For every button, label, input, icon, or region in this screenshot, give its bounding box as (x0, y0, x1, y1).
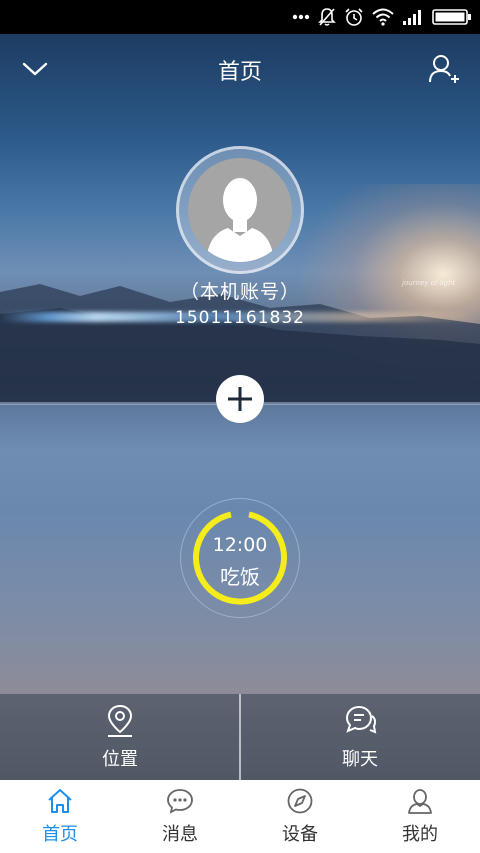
home-icon (48, 789, 72, 813)
status-bar (0, 0, 480, 34)
bottom-tab-bar: 首页 消息 设备 我的 (0, 780, 480, 853)
chat-button[interactable]: 聊天 (240, 694, 480, 780)
chat-bubbles-icon (345, 705, 377, 734)
top-bar: 首页 (0, 34, 480, 102)
phone-number: 15011161832 (175, 308, 305, 328)
tab-devices-label: 设备 (282, 824, 318, 845)
chat-label: 聊天 (342, 749, 378, 770)
account-label: （本机账号） (179, 281, 300, 303)
wifi-icon (372, 8, 394, 26)
tab-devices[interactable]: 设备 (240, 780, 360, 853)
tab-home[interactable]: 首页 (0, 780, 120, 853)
more-dots-icon (292, 14, 310, 20)
quick-actions-bar: 位置 聊天 (0, 694, 480, 780)
location-button[interactable]: 位置 (0, 694, 240, 780)
compass-icon (287, 788, 313, 814)
tab-home-label: 首页 (42, 824, 78, 845)
status-icons (292, 6, 472, 28)
user-icon (408, 789, 432, 814)
location-pin-icon (107, 704, 133, 737)
add-user-icon (429, 55, 459, 83)
tab-me-label: 我的 (402, 824, 438, 845)
plus-icon (228, 387, 252, 411)
notification-muted-icon (318, 8, 336, 26)
tab-me[interactable]: 我的 (360, 780, 480, 853)
default-user-silhouette-icon (206, 178, 274, 262)
message-icon (167, 789, 193, 814)
tab-messages[interactable]: 消息 (120, 780, 240, 853)
reminder-label: 吃饭 (220, 565, 260, 589)
battery-icon (432, 9, 471, 25)
avatar[interactable] (176, 146, 304, 274)
add-user-button[interactable] (426, 52, 462, 86)
location-label: 位置 (102, 749, 138, 770)
reminder-time: 12:00 (212, 534, 268, 556)
tab-messages-label: 消息 (162, 824, 198, 845)
avatar-image (188, 158, 292, 262)
add-button[interactable] (216, 375, 264, 423)
signal-icon (403, 10, 421, 25)
home-main-area: journey of light 首页 （本机账号） 15011161832 1… (0, 34, 480, 780)
reminder-progress-ring (193, 511, 287, 605)
page-title: 首页 (217, 60, 262, 85)
alarm-icon (345, 8, 363, 26)
